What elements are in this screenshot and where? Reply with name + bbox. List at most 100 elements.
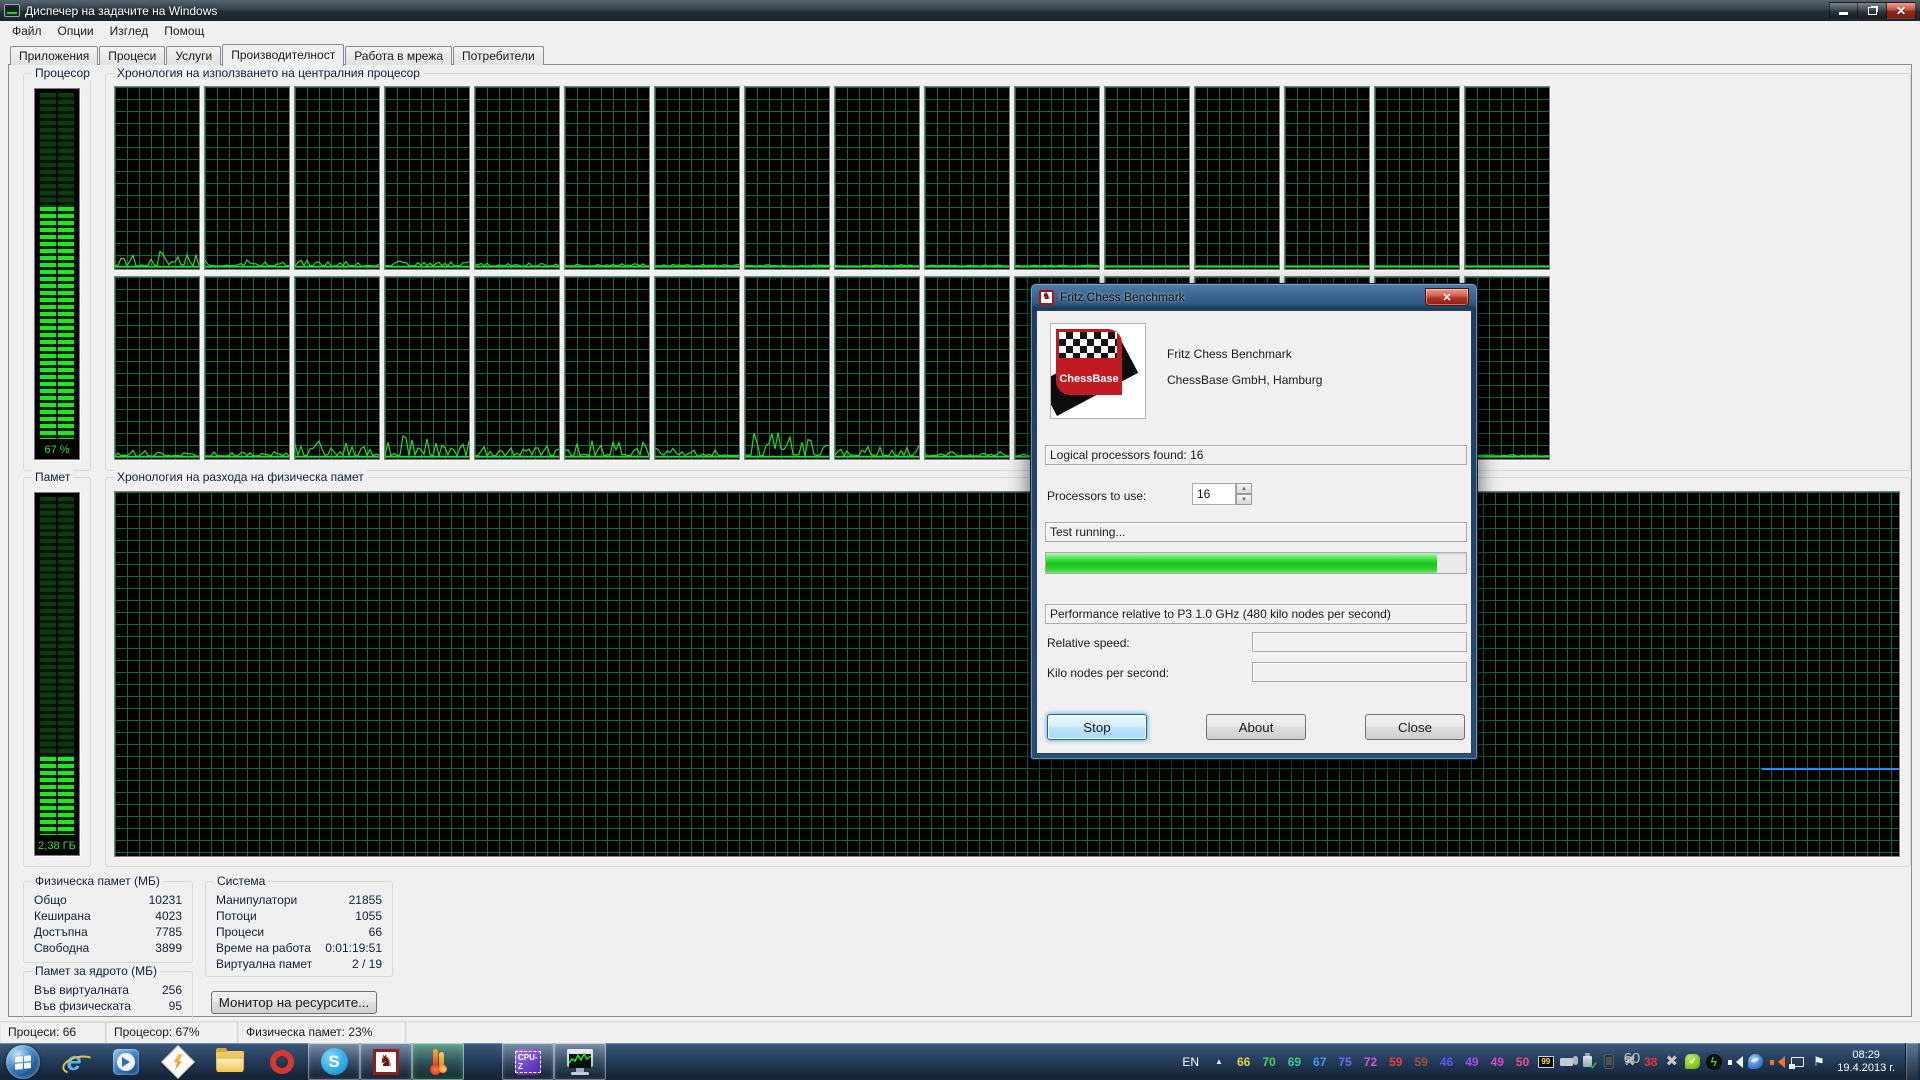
tab-1[interactable]: Процеси <box>99 46 165 65</box>
taskbar-explorer[interactable] <box>204 1043 256 1080</box>
announcer-tray-icon[interactable] <box>1766 1051 1787 1073</box>
menu-item-0[interactable]: Файл <box>4 22 50 40</box>
core-temp-0[interactable]: 66 <box>1231 1055 1256 1069</box>
orange-horn-icon <box>1770 1056 1784 1068</box>
messenger-tray-icon[interactable] <box>1745 1051 1766 1073</box>
tab-0[interactable]: Приложения <box>10 46 98 65</box>
volume-tray-icon[interactable] <box>1724 1051 1745 1073</box>
razer-tray-icon[interactable]: ϟ <box>1703 1051 1724 1073</box>
taskbar-cpuz[interactable]: CPU-Z <box>502 1043 554 1080</box>
about-button[interactable]: About <box>1206 714 1306 740</box>
extra-temp-tray-item[interactable]: 38 <box>1640 1051 1661 1073</box>
taskbar-media-player[interactable] <box>100 1043 152 1080</box>
language-indicator[interactable]: EN <box>1174 1055 1207 1069</box>
core-temp-4[interactable]: 75 <box>1332 1055 1357 1069</box>
core-temp-2[interactable]: 69 <box>1282 1055 1307 1069</box>
menu-item-3[interactable]: Помощ <box>156 22 212 40</box>
taskbar-temperature-monitor[interactable] <box>412 1043 464 1080</box>
cpuz-icon: CPU-Z <box>515 1049 541 1075</box>
processors-spinbox[interactable]: 16 ▲ ▼ <box>1192 483 1254 505</box>
menu-item-2[interactable]: Изглед <box>102 22 157 40</box>
relative-speed-field <box>1252 632 1467 652</box>
stop-button[interactable]: Stop <box>1047 714 1147 740</box>
gpu-monitor-tray-icon[interactable]: 99 <box>1535 1051 1556 1073</box>
phone-icon <box>1604 1054 1614 1069</box>
cpu-usage-value: 67 % <box>35 444 79 456</box>
winamp-icon <box>161 1045 195 1079</box>
memory-history-group: Хронология на разхода на физическа памет <box>105 477 1911 867</box>
processors-value[interactable]: 16 <box>1192 483 1236 505</box>
media-player-icon <box>113 1049 139 1075</box>
close-dialog-button[interactable]: Close <box>1365 714 1465 740</box>
system-value-4: 2 / 19 <box>352 957 382 971</box>
core-temp-11[interactable]: 50 <box>1510 1055 1535 1069</box>
core-temp-3[interactable]: 67 <box>1307 1055 1332 1069</box>
physical-memory-group: Физическа памет (МБ) Общо10231Кеширана40… <box>23 881 193 963</box>
start-button[interactable] <box>6 1045 40 1079</box>
taskbar: e S ♞ CPU-Z EN ▲ 66706967757259594649495… <box>0 1043 1920 1080</box>
check-icon: ✓ <box>1590 1062 1598 1072</box>
status-cpu: Процесор: 67% <box>106 1022 238 1043</box>
logo-text: ChessBase <box>1056 373 1122 385</box>
antivirus-tray-icon[interactable]: ✓ <box>1682 1051 1703 1073</box>
physical-memory-label-2: Достъпна <box>34 925 88 939</box>
taskbar-internet-explorer[interactable]: e <box>48 1043 100 1080</box>
tray-expand-icon[interactable]: ▲ <box>1207 1057 1231 1066</box>
tab-2[interactable]: Услуги <box>166 46 221 65</box>
dialog-company: ChessBase GmbH, Hamburg <box>1167 373 1322 387</box>
usb-eject-tray-icon[interactable]: ✓ <box>1577 1051 1598 1073</box>
benchmark-progress-bar <box>1045 552 1467 574</box>
internet-explorer-icon: e <box>66 1048 81 1075</box>
cpu-history-group-label: Хронология на използването на централния… <box>114 66 423 80</box>
afterburner-tray-icon[interactable]: ✖ 60 <box>1619 1051 1640 1073</box>
test-status-field: Test running... <box>1045 522 1467 542</box>
restore-button[interactable] <box>1858 2 1887 19</box>
network-tray-icon[interactable] <box>1787 1051 1808 1073</box>
clock-time: 08:29 <box>1837 1049 1895 1062</box>
resource-monitor-button[interactable]: Монитор на ресурсите... <box>211 991 377 1014</box>
tab-4[interactable]: Работа в мрежа <box>345 46 452 65</box>
dialog-close-button[interactable]: ✕ <box>1425 288 1469 306</box>
fritz-app-icon: ♞ <box>1039 290 1054 305</box>
memory-history-group-label: Хронология на разхода на физическа памет <box>114 470 367 484</box>
tab-5[interactable]: Потребители <box>453 46 544 65</box>
core-temp-6[interactable]: 59 <box>1383 1055 1408 1069</box>
taskbar-task-manager[interactable] <box>554 1043 606 1080</box>
task-manager-icon <box>4 4 20 17</box>
core-temp-5[interactable]: 72 <box>1358 1055 1383 1069</box>
minimize-button[interactable] <box>1829 2 1858 19</box>
tab-3[interactable]: Производителност <box>222 44 344 66</box>
fritz-knight-icon: ♞ <box>373 1049 399 1075</box>
show-desktop-button[interactable] <box>1905 1043 1918 1080</box>
core-temp-8[interactable]: 46 <box>1434 1055 1459 1069</box>
cpu-history-row-1 <box>114 86 1550 270</box>
action-center-tray-icon[interactable]: ⚑ <box>1808 1051 1829 1073</box>
titlebar: Диспечер на задачите на Windows ✕ <box>0 0 1920 21</box>
spin-up-button[interactable]: ▲ <box>1236 483 1252 494</box>
taskbar-winamp[interactable] <box>152 1043 204 1080</box>
cpu-group: Процесор 67 % <box>23 73 91 471</box>
input-devices-tray-icon[interactable] <box>1556 1051 1577 1073</box>
cpu-history-group: Хронология на използването на централния… <box>105 73 1911 471</box>
menu-item-1[interactable]: Опции <box>50 22 102 40</box>
core-temp-9[interactable]: 49 <box>1459 1055 1484 1069</box>
core-temp-10[interactable]: 49 <box>1485 1055 1510 1069</box>
cpu-graph-0 <box>114 86 200 270</box>
dialog-titlebar[interactable]: ♞ Fritz Chess Benchmark ✕ <box>1031 284 1477 310</box>
kernel-memory-row-0: Във виртуалната256 <box>32 982 184 998</box>
phone-tray-icon[interactable] <box>1598 1051 1619 1073</box>
memory-usage-meter: 2,38 ГБ <box>34 492 80 856</box>
close-icon: ✕ <box>1896 5 1906 17</box>
cpu-graph-5 <box>564 86 650 270</box>
close-button[interactable]: ✕ <box>1887 2 1916 19</box>
cpu-graph-7 <box>744 86 830 270</box>
core-temp-1[interactable]: 70 <box>1256 1055 1281 1069</box>
memory-group: Памет 2,38 ГБ <box>23 477 91 867</box>
taskbar-fritz[interactable]: ♞ <box>360 1043 412 1080</box>
core-temp-7[interactable]: 59 <box>1408 1055 1433 1069</box>
afterburner2-tray-icon[interactable]: ✖ <box>1661 1051 1682 1073</box>
taskbar-skype[interactable]: S <box>308 1043 360 1080</box>
clock[interactable]: 08:29 19.4.2013 г. <box>1829 1049 1905 1075</box>
spin-down-button[interactable]: ▼ <box>1236 494 1252 505</box>
taskbar-opera[interactable] <box>256 1043 308 1080</box>
